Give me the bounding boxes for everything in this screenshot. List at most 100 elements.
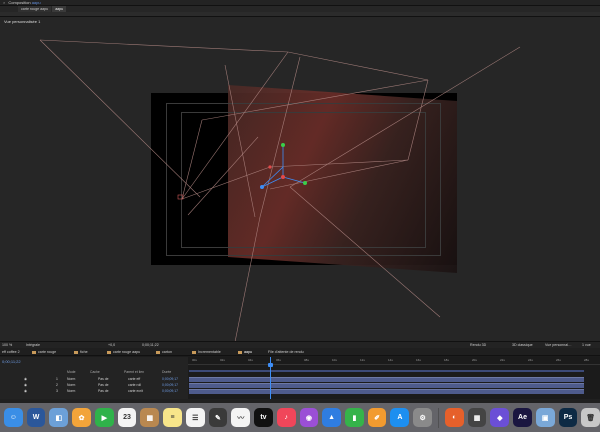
preview-photo-icon[interactable]: ▣ — [535, 408, 555, 427]
layer-trkmat-dropdown[interactable]: Pas de — [98, 389, 109, 393]
timeline-tabs: eff coffee 2 carte rouge fiche carte rou… — [0, 348, 600, 356]
panel-title-accent: aapu — [31, 0, 41, 5]
appstore-icon[interactable]: A — [390, 408, 410, 427]
composition-viewer[interactable]: Vue personnalisée 1 — [0, 17, 600, 341]
ruler-tick-label: 00s — [192, 358, 197, 362]
close-panel-icon[interactable]: × — [3, 0, 5, 5]
layer-trkmat-dropdown[interactable]: Pas de — [98, 383, 109, 387]
timeline-tab-label: aapu — [244, 350, 252, 354]
comp-swatch-icon — [156, 350, 160, 354]
preview-icon[interactable]: ◧ — [49, 408, 69, 427]
ruler-tick-label: 14s — [388, 358, 393, 362]
comp-swatch-icon — [74, 350, 78, 354]
work-area-bar[interactable] — [189, 370, 584, 372]
timeline-tab[interactable]: carton — [156, 350, 172, 354]
timeline-tab-label: carte rouge aapu — [113, 350, 141, 354]
timeline-tab[interactable]: carte rouge aapu — [107, 350, 140, 354]
ruler-tick-label: 06s — [276, 358, 281, 362]
time-ruler[interactable]: 00s 02s 04s 06s 08s 10s 12s 14s 16s 18s 20s 22s 24s 2… — [188, 357, 600, 365]
calculator-icon[interactable]: ▦ — [467, 408, 487, 427]
column-header-mode: Mode — [67, 370, 76, 374]
freeform-icon[interactable]: 〰 — [231, 408, 251, 427]
affinity-icon[interactable]: ◆ — [490, 408, 510, 427]
ruler-tick-label: 28s — [584, 358, 589, 362]
numbers-icon[interactable]: ▮ — [345, 408, 364, 427]
timeline-tab-label: fiche — [80, 350, 88, 354]
layer-number: 3 — [56, 389, 58, 393]
comp-swatch-icon — [192, 350, 196, 354]
settings-icon[interactable]: ⚙ — [413, 408, 432, 427]
timeline-panel: 0;00;11;22 Mode Cache Parent et lien Dur… — [0, 357, 600, 399]
ruler-tick-label: 12s — [360, 358, 365, 362]
pencil-icon[interactable]: ✎ — [208, 408, 228, 427]
column-header-duration: Durée — [162, 370, 172, 374]
camera-wireframe-overlay — [39, 39, 521, 341]
timeline-graph[interactable]: 00s 02s 04s 06s 08s 10s 12s 14s 16s 18s 20s 22s 24s 2… — [188, 357, 600, 399]
layer-visibility-icon[interactable]: ◉ — [24, 377, 27, 381]
timeline-tab-label: carte rouge — [38, 350, 57, 354]
viewer-toolbar: 100 % Intégrale +0,0 0;00;11;22 Rendu 3D… — [0, 341, 600, 348]
pages-icon[interactable]: ✐ — [367, 408, 387, 427]
ruler-tick-label: 10s — [332, 358, 337, 362]
layer-mode-dropdown[interactable]: Norm — [67, 389, 75, 393]
timeline-tab-label: eff coffee 2 — [2, 350, 20, 354]
comp-swatch-icon — [107, 350, 111, 354]
current-time-indicator[interactable] — [270, 357, 271, 399]
timeline-tab-label: Incrementable — [198, 350, 221, 354]
layer-name[interactable]: carte ecrit — [128, 389, 143, 393]
layer-visibility-icon[interactable]: ◉ — [24, 383, 27, 387]
layer-name[interactable]: carte roll — [128, 383, 141, 387]
ruler-tick-label: 04s — [248, 358, 253, 362]
ruler-tick-label: 24s — [528, 358, 533, 362]
layer-visibility-icon[interactable]: ◉ — [24, 389, 27, 393]
notes-wood-icon[interactable]: ▦ — [140, 408, 160, 427]
layer-number: 1 — [56, 377, 58, 381]
layer-row[interactable]: ◉ 1 Norm Pas de carte eff 0;00;09;17 — [0, 377, 188, 382]
timeline-tab[interactable]: carte rouge — [32, 350, 56, 354]
layer-trkmat-dropdown[interactable]: Pas de — [98, 377, 109, 381]
layer-duration-bar[interactable] — [189, 389, 584, 394]
firefox-icon[interactable]: ◐ — [444, 408, 464, 427]
timeline-tab-active[interactable]: aapu — [238, 350, 252, 354]
ruler-tick-label: 02s — [220, 358, 225, 362]
comp-swatch-icon — [32, 350, 36, 354]
ruler-tick-label: 20s — [472, 358, 477, 362]
timeline-tab[interactable]: fiche — [74, 350, 88, 354]
comp-swatch-icon — [238, 350, 242, 354]
timeline-tab[interactable]: File d'attente de rendu — [268, 350, 304, 354]
photoshop-icon[interactable]: Ps — [558, 408, 578, 427]
podcasts-icon[interactable]: ◉ — [299, 408, 319, 427]
column-header-trkmat: Cache — [90, 370, 100, 374]
layer-row[interactable]: ◉ 3 Norm Pas de carte ecrit 0;00;09;17 — [0, 389, 188, 394]
layer-duration[interactable]: 0;00;09;17 — [162, 389, 178, 393]
timeline-tab[interactable]: Incrementable — [192, 350, 221, 354]
facetime-icon[interactable]: ▶ — [94, 408, 114, 427]
keynote-icon[interactable]: ▲ — [322, 408, 342, 427]
ruler-tick-label: 08s — [304, 358, 309, 362]
layer-mode-dropdown[interactable]: Norm — [67, 383, 75, 387]
timeline-tab-label: carton — [162, 350, 172, 354]
layer-duration-bar[interactable] — [189, 383, 584, 388]
ruler-tick-label: 16s — [416, 358, 421, 362]
photos-icon[interactable]: ✿ — [72, 408, 91, 427]
layer-mode-dropdown[interactable]: Norm — [67, 377, 75, 381]
finder-icon[interactable]: ☺ — [4, 408, 23, 427]
timeline-tab-label: File d'attente de rendu — [268, 350, 304, 354]
trash-icon[interactable]: 🗑 — [581, 408, 600, 427]
timeline-timecode[interactable]: 0;00;11;22 — [2, 359, 21, 364]
word-icon[interactable]: W — [26, 408, 46, 427]
macos-dock: ☺ W ◧ ✿ ▶ 23 ▦ ≡ ☰ ✎ 〰 tv ♪ ◉ ▲ ▮ ✐ A ⚙ ◐ ▦ ◆ Ae ▣ Ps 🗑 — [0, 403, 600, 432]
layer-duration[interactable]: 0;00;09;17 — [162, 377, 178, 381]
appletv-icon[interactable]: tv — [254, 408, 273, 427]
after-effects-icon[interactable]: Ae — [513, 408, 532, 427]
layer-duration[interactable]: 0;00;09;17 — [162, 383, 178, 387]
layer-duration-bar[interactable] — [189, 377, 584, 382]
timeline-tab[interactable]: eff coffee 2 — [2, 350, 20, 354]
layer-row[interactable]: ◉ 2 Norm Pas de carte roll 0;00;09;17 — [0, 383, 188, 388]
music-icon[interactable]: ♪ — [276, 408, 296, 427]
calendar-icon[interactable]: 23 — [117, 408, 137, 427]
layer-name[interactable]: carte eff — [128, 377, 140, 381]
notes-icon[interactable]: ≡ — [163, 408, 182, 427]
column-header-row: Mode Cache Parent et lien Durée — [0, 370, 188, 375]
reminders-icon[interactable]: ☰ — [185, 408, 205, 427]
